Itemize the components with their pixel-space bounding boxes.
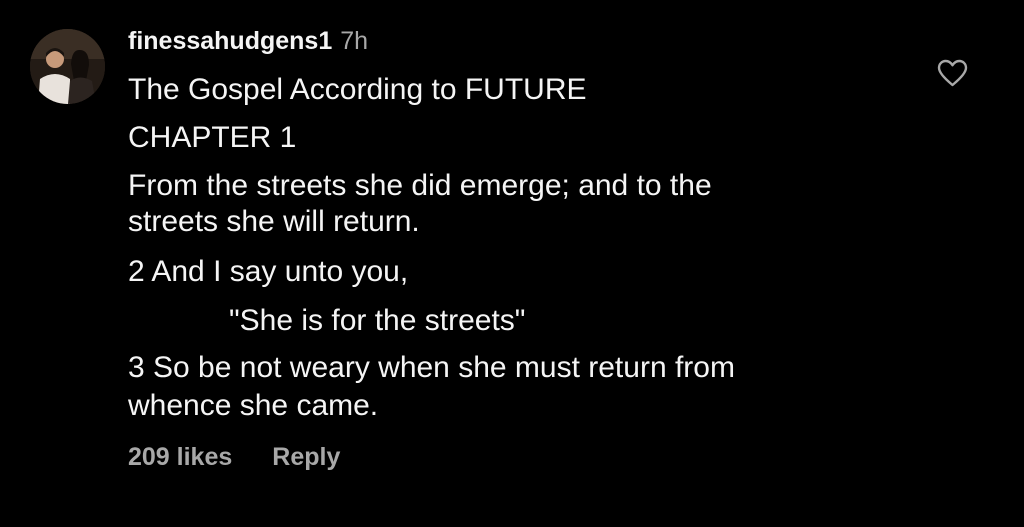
avatar[interactable] [30, 29, 105, 104]
reply-button[interactable]: Reply [272, 443, 340, 472]
comment-line-title: The Gospel According to FUTURE [128, 73, 587, 106]
likes-count[interactable]: 209 likes [128, 443, 232, 472]
heart-outline-icon[interactable] [937, 59, 968, 87]
comment: finessahudgens1 7h The Gospel According … [0, 0, 1024, 527]
comment-line-quote: "She is for the streets" [229, 304, 526, 337]
comment-line: whence she came. [128, 389, 379, 422]
timestamp: 7h [340, 27, 369, 55]
comment-footer: 209 likes Reply [128, 443, 340, 472]
comment-line: streets she will return. [128, 205, 420, 238]
comment-line: 3 So be not weary when she must return f… [128, 351, 735, 384]
avatar-photo [30, 29, 105, 104]
comment-line-chapter: CHAPTER 1 [128, 121, 297, 154]
username[interactable]: finessahudgens1 [128, 27, 332, 56]
comment-line: 2 And I say unto you, [128, 255, 409, 288]
comment-line: From the streets she did emerge; and to … [128, 169, 712, 202]
comment-header: finessahudgens1 7h [128, 27, 368, 61]
